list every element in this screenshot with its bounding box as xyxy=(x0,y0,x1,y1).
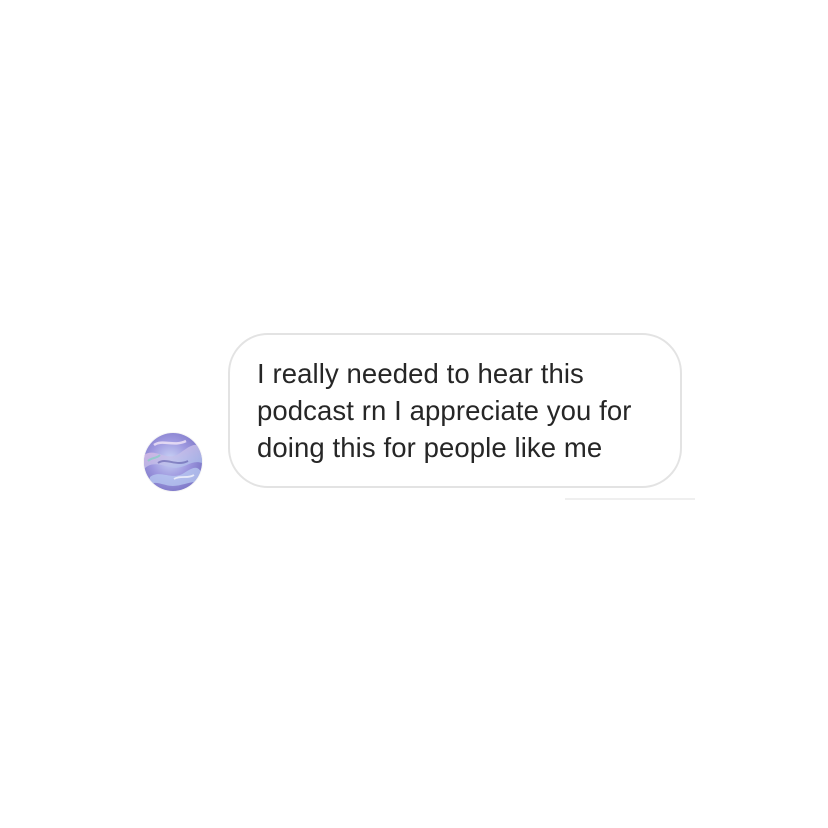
message-line: doing this for people like me xyxy=(257,432,603,463)
divider-line xyxy=(565,498,695,500)
message-line: podcast rn I appreciate you for xyxy=(257,395,632,426)
message-bubble[interactable]: I really needed to hear this podcast rn … xyxy=(228,333,682,488)
message-line: I really needed to hear this xyxy=(257,358,584,389)
message-text: I really needed to hear this podcast rn … xyxy=(257,355,654,466)
sender-avatar[interactable] xyxy=(144,433,202,491)
avatar-image xyxy=(144,433,202,491)
message-row: I really needed to hear this podcast rn … xyxy=(0,0,828,828)
